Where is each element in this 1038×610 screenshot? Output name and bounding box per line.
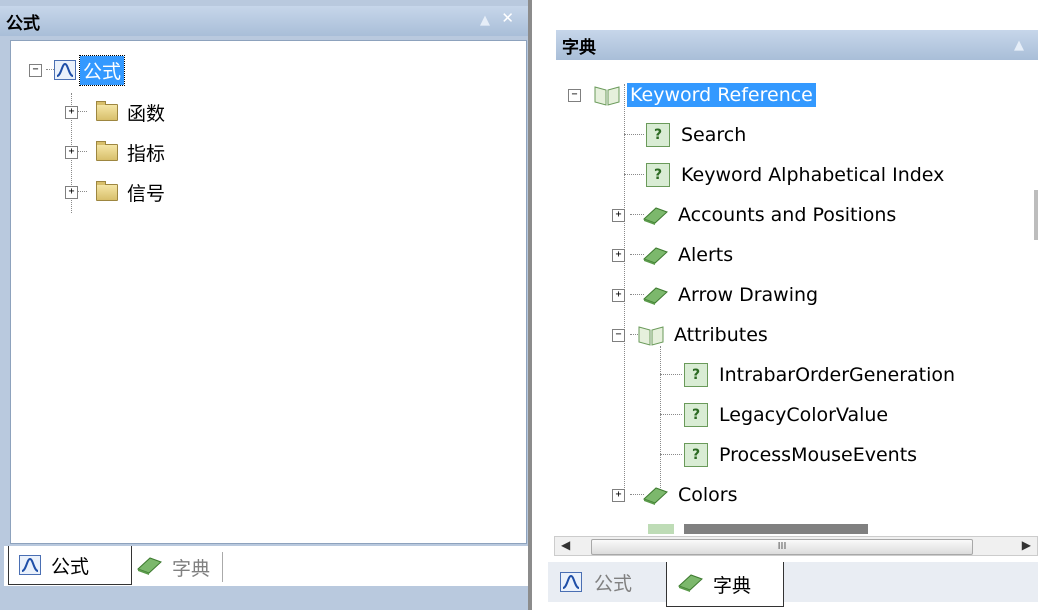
clipped-row: [648, 524, 868, 534]
expand-icon[interactable]: +: [612, 288, 625, 302]
tab-label: 字典: [172, 557, 211, 580]
collapse-icon[interactable]: −: [29, 63, 42, 77]
book-icon: [134, 555, 164, 580]
tree-node-colors[interactable]: + Colors: [612, 480, 741, 510]
book-icon: [675, 572, 705, 597]
formula-panel-title: 公式: [6, 14, 40, 34]
tab-dictionary[interactable]: 字典: [666, 562, 784, 607]
tree-label: ProcessMouseEvents: [719, 444, 918, 466]
tree-node-legacy-color[interactable]: ? LegacyColorValue: [684, 400, 891, 430]
tree-label: IntrabarOrderGeneration: [719, 364, 956, 386]
dictionary-panel-titlebar: 字典 ▲: [556, 30, 1038, 60]
tree-node-accounts[interactable]: + Accounts and Positions: [612, 200, 899, 230]
tree-label: Keyword Reference: [627, 83, 816, 107]
expand-icon[interactable]: +: [65, 105, 78, 119]
tree-label: LegacyColorValue: [719, 404, 889, 426]
horizontal-scroll-thumb[interactable]: III: [591, 539, 973, 555]
tree-node-functions[interactable]: + 函数: [65, 97, 168, 127]
tab-dictionary[interactable]: 字典: [134, 552, 224, 582]
help-page-icon: ?: [646, 123, 670, 147]
formula-tree: − 公式 + 函数 + 指标 + 信号: [10, 40, 527, 544]
book-icon: [641, 205, 669, 225]
scroll-left-icon[interactable]: ◀: [561, 538, 570, 552]
tree-label: Arrow Drawing: [678, 284, 819, 306]
tree-label: 函数: [127, 102, 166, 125]
open-book-icon: [637, 323, 665, 347]
horizontal-scrollbar[interactable]: ◀ III ▶: [554, 536, 1038, 556]
formula-panel-titlebar: 公式 ▲ ✕: [0, 6, 528, 36]
expand-icon[interactable]: +: [612, 248, 625, 262]
chart-icon: [560, 572, 582, 592]
scroll-right-icon[interactable]: ▶: [1022, 538, 1031, 552]
tab-label: 字典: [713, 574, 752, 597]
expand-icon[interactable]: +: [65, 185, 78, 199]
dictionary-tree: − Keyword Reference ? Search ? Keyword A…: [556, 62, 1038, 534]
help-page-icon: ?: [684, 443, 708, 467]
dictionary-panel: 字典 ▲ − Keyword Reference ? Search ? Keyw…: [548, 30, 1038, 610]
book-icon: [641, 285, 669, 305]
tree-node-indicators[interactable]: + 指标: [65, 137, 168, 167]
tree-label: Colors: [678, 484, 738, 506]
help-page-icon: ?: [646, 163, 670, 187]
tab-label: 公式: [594, 572, 633, 595]
open-book-icon: [593, 83, 621, 107]
tree-label: Attributes: [674, 324, 768, 346]
expand-icon[interactable]: +: [612, 208, 625, 222]
folder-icon: [96, 100, 118, 121]
chart-icon: [19, 555, 41, 575]
tree-node-search[interactable]: ? Search: [646, 120, 749, 150]
tab-formula[interactable]: 公式: [8, 546, 132, 585]
pin-icon[interactable]: ▲: [480, 13, 490, 28]
tree-node-intrabar[interactable]: ? IntrabarOrderGeneration: [684, 360, 958, 390]
tree-label: Keyword Alphabetical Index: [681, 164, 945, 186]
tree-node-alerts[interactable]: + Alerts: [612, 240, 736, 270]
tree-label: Alerts: [678, 244, 734, 266]
tree-label: Search: [681, 124, 747, 146]
formula-panel: 公式 ▲ ✕ − 公式 + 函数 + 指标 + 信号 公式 字典: [0, 0, 532, 610]
folder-icon: [96, 140, 118, 161]
chart-icon: [54, 60, 76, 80]
collapse-icon[interactable]: −: [568, 88, 581, 102]
tree-node-arrow-drawing[interactable]: + Arrow Drawing: [612, 280, 821, 310]
dictionary-panel-title: 字典: [562, 38, 596, 58]
tree-node-keyword-reference[interactable]: − Keyword Reference: [568, 80, 816, 110]
formula-panel-tabbar: 公式 字典: [4, 546, 528, 586]
tree-node-formula-root[interactable]: − 公式: [29, 54, 126, 86]
tree-label: 公式: [78, 54, 126, 86]
dictionary-panel-tabbar: 公式 字典: [548, 562, 1038, 607]
tree-node-mouse-events[interactable]: ? ProcessMouseEvents: [684, 440, 920, 470]
tree-node-signals[interactable]: + 信号: [65, 177, 168, 207]
tab-formula[interactable]: 公式: [556, 566, 632, 598]
collapse-icon[interactable]: −: [612, 328, 625, 342]
tree-label: Accounts and Positions: [678, 204, 897, 226]
pin-icon[interactable]: ▲: [1014, 38, 1024, 53]
book-icon: [641, 485, 669, 505]
folder-icon: [96, 180, 118, 201]
close-icon[interactable]: ✕: [501, 9, 514, 27]
tree-node-alphabetical-index[interactable]: ? Keyword Alphabetical Index: [646, 160, 947, 190]
help-page-icon: ?: [684, 403, 708, 427]
expand-icon[interactable]: +: [612, 488, 625, 502]
tab-label: 公式: [51, 555, 90, 578]
scroll-grip: III: [777, 541, 787, 552]
tree-label: 信号: [127, 182, 166, 205]
help-page-icon: ?: [684, 363, 708, 387]
book-icon: [641, 245, 669, 265]
expand-icon[interactable]: +: [65, 145, 78, 159]
tree-node-attributes[interactable]: − Attributes: [612, 320, 771, 350]
tree-label: 指标: [127, 142, 166, 165]
vertical-scrollbar-thumb[interactable]: [1034, 190, 1038, 240]
